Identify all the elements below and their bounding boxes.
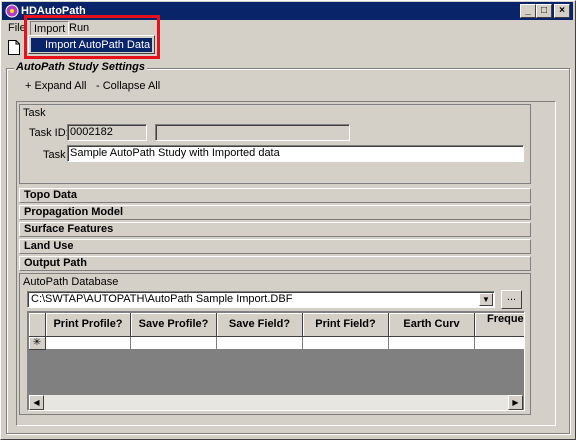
section-output-path[interactable]: Output Path: [19, 256, 531, 271]
expand-all-button[interactable]: + Expand All: [25, 80, 86, 92]
maximize-button[interactable]: □: [536, 4, 552, 18]
task-id-label: Task ID:: [29, 127, 69, 139]
column-header[interactable]: Earth Curv: [389, 313, 475, 337]
data-grid[interactable]: Print Profile? Save Profile? Save Field?…: [27, 311, 525, 411]
chevron-down-icon[interactable]: ▼: [479, 293, 493, 306]
column-header[interactable]: Freque (MHz) (l: [475, 313, 524, 337]
task-id-field[interactable]: 0002182: [67, 124, 147, 141]
column-header[interactable]: Print Profile?: [46, 313, 131, 337]
grid-cell[interactable]: [46, 337, 131, 350]
task-id-extra-field[interactable]: [155, 124, 350, 141]
task-header: Task: [23, 107, 46, 119]
section-surface-features[interactable]: Surface Features: [19, 222, 531, 237]
database-label: AutoPath Database: [23, 276, 119, 288]
task-field[interactable]: Sample AutoPath Study with Imported data: [67, 145, 524, 162]
group-title: AutoPath Study Settings: [14, 61, 147, 73]
scroll-right-icon[interactable]: ▶: [508, 395, 523, 410]
section-land-use[interactable]: Land Use: [19, 239, 531, 254]
task-panel: [19, 104, 531, 184]
section-propagation-model[interactable]: Propagation Model: [19, 205, 531, 220]
grid-cell[interactable]: [217, 337, 303, 350]
collapse-all-button[interactable]: - Collapse All: [96, 80, 160, 92]
database-path-value: C:\SWTAP\AUTOPATH\AutoPath Sample Import…: [31, 293, 293, 305]
horizontal-scrollbar[interactable]: ◀ ▶: [29, 395, 523, 410]
menu-item-import-autopath-data[interactable]: Import AutoPath Data: [31, 38, 152, 52]
grid-cell[interactable]: [131, 337, 217, 350]
section-topo-data[interactable]: Topo Data: [19, 188, 531, 203]
new-document-icon[interactable]: [8, 40, 22, 56]
minimize-button[interactable]: _: [520, 4, 536, 18]
hdautopath-icon: [4, 3, 20, 19]
column-header[interactable]: Save Profile?: [131, 313, 217, 337]
close-button[interactable]: ×: [554, 4, 570, 18]
task-label: Task: [43, 149, 66, 161]
database-path-combo[interactable]: C:\SWTAP\AUTOPATH\AutoPath Sample Import…: [27, 291, 495, 308]
browse-button[interactable]: ...: [501, 290, 522, 309]
title-bar[interactable]: HDAutoPath _ □ ×: [2, 2, 573, 20]
grid-cell[interactable]: [303, 337, 389, 350]
column-header[interactable]: Save Field?: [217, 313, 303, 337]
scroll-left-icon[interactable]: ◀: [29, 395, 44, 410]
import-dropdown-menu: Import AutoPath Data: [28, 35, 155, 54]
window-title: HDAutoPath: [21, 5, 86, 17]
grid-corner: [29, 313, 46, 337]
grid-cell[interactable]: [389, 337, 475, 350]
new-row-marker-icon: ✳: [29, 337, 46, 350]
column-header[interactable]: Print Field?: [303, 313, 389, 337]
menu-file[interactable]: File: [5, 21, 29, 37]
grid-cell[interactable]: [475, 337, 524, 350]
